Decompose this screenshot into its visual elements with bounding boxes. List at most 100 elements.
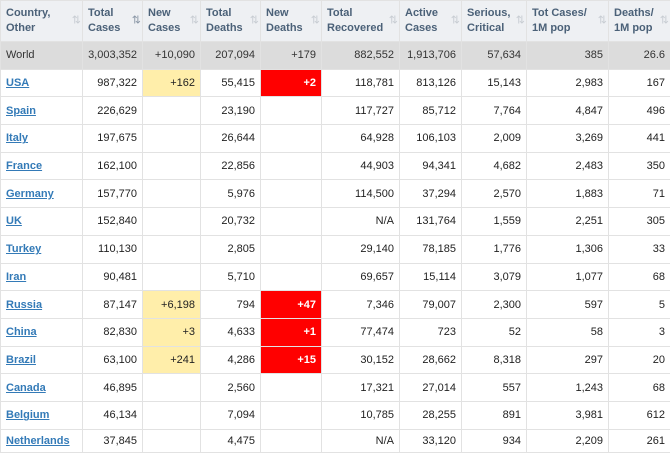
cell-new-deaths — [260, 151, 322, 181]
cell-total-deaths: 26,644 — [200, 124, 261, 153]
country-link[interactable]: UK — [6, 215, 22, 227]
column-header-total-deaths[interactable]: Total Deaths ⇅ — [200, 0, 261, 42]
cell-tot-cases-1m: 2,209 — [526, 428, 609, 453]
cell-tot-cases-1m: 1,243 — [526, 373, 609, 402]
column-header-serious-critical[interactable]: Serious, Critical ⇅ — [461, 0, 527, 42]
cell-total-cases: 226,629 — [82, 96, 143, 126]
cell-active-cases: 78,185 — [399, 234, 462, 264]
column-header-new-cases[interactable]: New Cases ⇅ — [142, 0, 201, 42]
cell-deaths-1m: 33 — [608, 234, 670, 264]
cell-new-cases — [142, 262, 201, 292]
cell-country: China — [0, 317, 83, 347]
cell-country: Turkey — [0, 234, 83, 264]
country-link[interactable]: Spain — [6, 105, 36, 117]
country-link[interactable]: Iran — [6, 271, 26, 283]
column-header-total-cases[interactable]: Total Cases ⇅ — [82, 0, 143, 42]
country-link[interactable]: Belgium — [6, 409, 49, 421]
country-link[interactable]: France — [6, 160, 42, 172]
column-header-active-cases[interactable]: Active Cases ⇅ — [399, 0, 462, 42]
sort-icon[interactable]: ⇅ — [516, 14, 525, 29]
country-link[interactable]: Russia — [6, 299, 42, 311]
cell-country: Brazil — [0, 345, 83, 375]
cell-total-recovered: 17,321 — [321, 373, 400, 402]
cell-new-deaths — [260, 234, 322, 264]
sort-icon[interactable]: ⇅ — [190, 14, 199, 29]
cell-serious-critical: 2,009 — [461, 124, 527, 153]
cell-deaths-1m: 5 — [608, 290, 670, 319]
cell-new-cases — [142, 207, 201, 236]
country-link[interactable]: Netherlands — [6, 435, 70, 447]
table-row: Germany 157,770 5,976 114,500 37,294 2,570 1,8… — [0, 179, 670, 209]
sort-icon[interactable]: ⇅ — [311, 14, 320, 29]
sort-icon[interactable]: ⇅ — [660, 14, 669, 29]
cell-tot-cases-1m: 3,269 — [526, 124, 609, 153]
sort-icon[interactable]: ⇅ — [389, 14, 398, 29]
cell-serious-critical: 1,776 — [461, 234, 527, 264]
cell-tot-cases-1m: 2,251 — [526, 207, 609, 236]
cell-serious-critical: 15,143 — [461, 68, 527, 98]
cell-deaths-1m: 612 — [608, 400, 670, 430]
cell-country: Netherlands — [0, 428, 83, 453]
column-header-label: Total Cases — [88, 7, 121, 34]
table-body: World 3,003,352 +10,090 207,094 +179 882… — [0, 41, 670, 453]
cell-total-cases: 82,830 — [82, 317, 143, 347]
cell-total-recovered: 114,500 — [321, 179, 400, 209]
cell-tot-cases-1m: 2,983 — [526, 68, 609, 98]
cell-total-cases: 987,322 — [82, 68, 143, 98]
country-link[interactable]: Brazil — [6, 354, 36, 366]
cell-new-deaths — [260, 124, 322, 153]
world-row: World 3,003,352 +10,090 207,094 +179 882… — [0, 41, 670, 70]
country-link[interactable]: Germany — [6, 188, 54, 200]
cell-serious-critical: 3,079 — [461, 262, 527, 292]
cell-serious-critical: 4,682 — [461, 151, 527, 181]
column-header-label: Serious, Critical — [467, 7, 511, 34]
world-label: World — [0, 41, 83, 70]
cell-new-cases — [142, 124, 201, 153]
cell-country: Spain — [0, 96, 83, 126]
sort-icon[interactable]: ⇅ — [598, 14, 607, 29]
country-link[interactable]: Italy — [6, 132, 28, 144]
sort-icon[interactable]: ⇅ — [451, 14, 460, 29]
cell-country: Belgium — [0, 400, 83, 430]
column-header-deaths-per-1m[interactable]: Deaths/ 1M pop ⇅ — [608, 0, 670, 42]
cell-serious-critical: 2,300 — [461, 290, 527, 319]
sort-icon[interactable]: ⇅ — [72, 14, 81, 29]
world-new-cases: +10,090 — [142, 41, 201, 70]
world-serious-critical: 57,634 — [461, 41, 527, 70]
cell-serious-critical: 2,570 — [461, 179, 527, 209]
column-header-country[interactable]: Country, Other ⇅ — [0, 0, 83, 42]
country-link[interactable]: China — [6, 326, 37, 338]
cell-total-deaths: 5,976 — [200, 179, 261, 209]
cell-deaths-1m: 20 — [608, 345, 670, 375]
cell-active-cases: 85,712 — [399, 96, 462, 126]
world-total-recovered: 882,552 — [321, 41, 400, 70]
cell-serious-critical: 7,764 — [461, 96, 527, 126]
cell-tot-cases-1m: 1,883 — [526, 179, 609, 209]
column-header-tot-cases-per-1m[interactable]: Tot Cases/ 1M pop ⇅ — [526, 0, 609, 42]
covid-stats-table: Country, Other ⇅ Total Cases ⇅ New Cases ⇅ Tot… — [0, 0, 670, 453]
cell-total-cases: 46,895 — [82, 373, 143, 402]
column-header-label: Total Deaths — [206, 7, 243, 34]
cell-new-deaths: +2 — [260, 68, 322, 98]
cell-active-cases: 79,007 — [399, 290, 462, 319]
cell-total-deaths: 4,286 — [200, 345, 261, 375]
cell-total-cases: 87,147 — [82, 290, 143, 319]
cell-active-cases: 131,764 — [399, 207, 462, 236]
cell-tot-cases-1m: 1,306 — [526, 234, 609, 264]
cell-deaths-1m: 3 — [608, 317, 670, 347]
country-link[interactable]: Turkey — [6, 243, 41, 255]
cell-active-cases: 813,126 — [399, 68, 462, 98]
cell-new-deaths — [260, 400, 322, 430]
world-total-cases: 3,003,352 — [82, 41, 143, 70]
table-header-row: Country, Other ⇅ Total Cases ⇅ New Cases ⇅ Tot… — [0, 0, 670, 42]
cell-active-cases: 723 — [399, 317, 462, 347]
world-new-deaths: +179 — [260, 41, 322, 70]
country-link[interactable]: Canada — [6, 382, 46, 394]
column-header-new-deaths[interactable]: New Deaths ⇅ — [260, 0, 322, 42]
country-link[interactable]: USA — [6, 77, 29, 89]
sort-icon[interactable]: ⇅ — [132, 14, 141, 29]
cell-total-cases: 63,100 — [82, 345, 143, 375]
cell-total-recovered: N/A — [321, 207, 400, 236]
sort-icon[interactable]: ⇅ — [250, 14, 259, 29]
column-header-total-recovered[interactable]: Total Recovered ⇅ — [321, 0, 400, 42]
